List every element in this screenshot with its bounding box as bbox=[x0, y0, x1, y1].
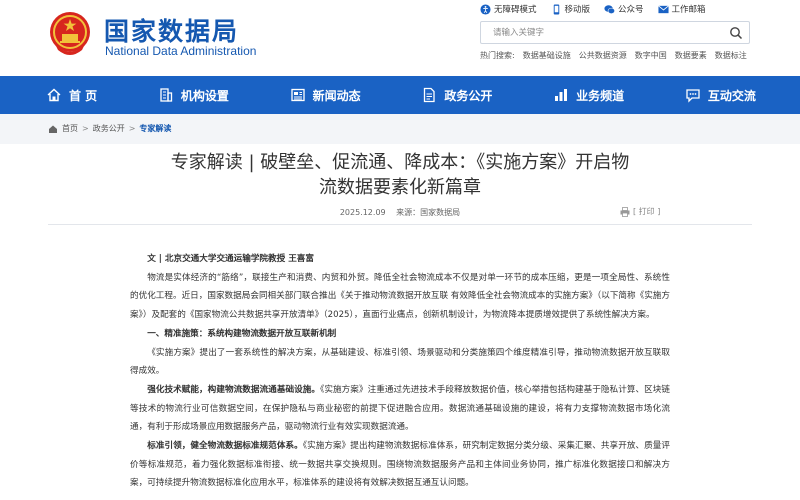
breadcrumb-link[interactable]: 政务公开 bbox=[93, 123, 125, 134]
search-input[interactable] bbox=[481, 22, 721, 43]
hot-search-item[interactable]: 数据要素 bbox=[675, 50, 707, 61]
accessibility-icon bbox=[480, 3, 491, 15]
nav-item-business[interactable]: 业务频道 bbox=[553, 76, 624, 114]
print-label: [ 打印 ] bbox=[633, 207, 661, 216]
mobile-icon bbox=[553, 3, 559, 15]
nav-items: 首 页 机构设置 新闻动态 政务公开 业务频道 互动交流 bbox=[46, 76, 756, 114]
breadcrumb-current[interactable]: 专家解读 bbox=[139, 123, 171, 134]
mail-icon bbox=[657, 5, 669, 13]
nav-label: 互动交流 bbox=[707, 88, 756, 103]
hot-search-item[interactable]: 公共数据资源 bbox=[579, 50, 627, 61]
nav-item-home[interactable]: 首 页 bbox=[46, 76, 97, 114]
hot-search-item[interactable]: 数据基础设施 bbox=[523, 50, 571, 61]
article-paragraph: 强化技术赋能，构建物流数据流通基础设施。《实施方案》注重通过先进技术手段释放数据… bbox=[130, 384, 670, 433]
accessibility-link[interactable]: 无障碍模式 bbox=[480, 3, 537, 15]
hot-search-item[interactable]: 数据标注 bbox=[715, 50, 747, 61]
mail-link[interactable]: 工作邮箱 bbox=[657, 3, 706, 15]
building-icon bbox=[160, 88, 173, 102]
nav-label: 机构设置 bbox=[180, 88, 229, 103]
nav-item-interaction[interactable]: 互动交流 bbox=[685, 76, 756, 114]
mobile-link[interactable]: 移动版 bbox=[551, 3, 591, 15]
breadcrumb: 首页 > 政务公开 > 专家解读 bbox=[48, 123, 171, 134]
hot-search-label: 热门搜索: bbox=[480, 51, 515, 60]
national-emblem-icon[interactable] bbox=[48, 10, 92, 60]
article-paragraph: 《实施方案》提出了一套系统性的解决方案，从基础建设、标准引领、场景驱动和分类施策… bbox=[130, 347, 670, 377]
wechat-icon bbox=[604, 4, 615, 14]
site-subtitle: National Data Administration bbox=[105, 44, 257, 58]
news-icon bbox=[291, 88, 305, 102]
nav-item-organization[interactable]: 机构设置 bbox=[158, 76, 229, 114]
article-date: 2025.12.09 bbox=[339, 208, 386, 217]
utility-links: 无障碍模式 移动版 公众号 工作邮箱 bbox=[480, 2, 706, 16]
nav-label: 首 页 bbox=[69, 88, 98, 103]
article-title-line: 专家解读 | 破壁垒、促流通、降成本：《实施方案》开启物 bbox=[170, 152, 630, 173]
article-source: 来源：国家数据局 bbox=[396, 208, 461, 217]
home-icon bbox=[47, 88, 61, 102]
hot-search: 热门搜索: 数据基础设施 公共数据资源 数字中国 数据要素 数据标注 bbox=[480, 50, 747, 61]
mobile-label: 移动版 bbox=[564, 5, 591, 15]
site-title[interactable]: 国家数据局 bbox=[104, 12, 239, 48]
article-paragraph: 物流是实体经济的“筋络”，联接生产和消费、内贸和外贸。降低全社会物流成本不仅是对… bbox=[130, 272, 670, 321]
article-author: 文 | 北京交通大学交通运输学院教授 王喜富 bbox=[147, 254, 314, 264]
wechat-label: 公众号 bbox=[618, 5, 644, 15]
accessibility-label: 无障碍模式 bbox=[494, 5, 537, 15]
hot-search-item[interactable]: 数字中国 bbox=[635, 50, 667, 61]
nav-label: 新闻动态 bbox=[312, 88, 361, 103]
article-title-line: 流数据要素化新篇章 bbox=[319, 177, 481, 198]
nav-item-gov-affairs[interactable]: 政务公开 bbox=[421, 76, 492, 114]
nav-label: 业务频道 bbox=[576, 88, 625, 103]
chat-icon bbox=[686, 89, 700, 103]
wechat-link[interactable]: 公众号 bbox=[604, 3, 644, 15]
print-button[interactable]: [ 打印 ] bbox=[620, 206, 660, 217]
breadcrumb-bar: 首页 > 政务公开 > 专家解读 bbox=[0, 114, 800, 144]
main-nav: 首 页 机构设置 新闻动态 政务公开 业务频道 互动交流 bbox=[0, 76, 800, 114]
chart-icon bbox=[555, 89, 568, 101]
article-meta: 2025.12.09 来源：国家数据局 bbox=[0, 207, 800, 218]
breadcrumb-separator: > bbox=[128, 124, 136, 133]
breadcrumb-home-icon bbox=[49, 125, 57, 133]
nav-label: 政务公开 bbox=[444, 88, 493, 103]
breadcrumb-separator: > bbox=[82, 124, 89, 133]
article-section-heading: 一、精准施策：系统构建物流数据开放互联新机制 bbox=[147, 328, 337, 339]
site-header: 国家数据局 National Data Administration 无障碍模式… bbox=[0, 0, 800, 76]
article-paragraph: 标准引领，健全物流数据标准规范体系。《实施方案》提出构建物流数据标准体系，研究制… bbox=[130, 441, 670, 489]
printer-icon bbox=[620, 206, 630, 217]
mail-label: 工作邮箱 bbox=[671, 5, 706, 15]
search-icon[interactable] bbox=[729, 26, 743, 40]
search-box bbox=[480, 21, 750, 44]
article-body: 文 | 北京交通大学交通运输学院教授 王喜富 物流是实体经济的“筋络”，联接生产… bbox=[130, 250, 670, 493]
nav-item-news[interactable]: 新闻动态 bbox=[290, 76, 361, 114]
title-divider bbox=[48, 224, 752, 225]
breadcrumb-link[interactable]: 首页 bbox=[62, 123, 78, 134]
document-icon bbox=[424, 87, 436, 103]
article-title: 专家解读 | 破壁垒、促流通、降成本：《实施方案》开启物 流数据要素化新篇章 bbox=[120, 150, 680, 200]
